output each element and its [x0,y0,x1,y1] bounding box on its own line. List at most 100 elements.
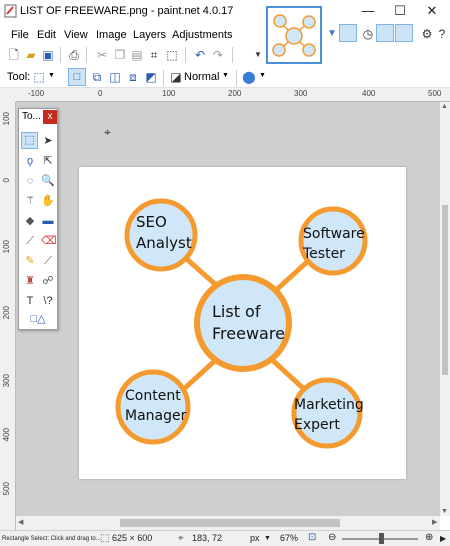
ruler-tick-label: 0 [2,178,11,183]
node-text: Tester [302,246,345,262]
antialiasing-dropdown-icon[interactable]: ▼ [259,72,266,79]
menu-layers[interactable]: Layers [133,29,166,41]
blend-mode-dropdown-icon[interactable]: ▼ [222,72,229,79]
menu-edit[interactable]: Edit [37,29,56,41]
image-canvas[interactable]: SEO Analyst Software Tester List of Free… [79,167,406,479]
selection-mode-union-icon[interactable]: ⧉ [89,69,105,85]
crop-to-selection-icon[interactable]: ⌗ [146,47,162,63]
history-window-icon[interactable]: ◷ [360,26,376,42]
separator [232,47,233,63]
zoom-out-icon[interactable]: ⊖ [328,532,336,543]
ruler-tick-label: 0 [98,89,103,98]
new-image-icon[interactable]: 🗋 [6,47,22,63]
pencil-tool-icon[interactable]: ✎ [23,254,37,268]
selection-mode-exclude-icon[interactable]: ◫ [107,69,123,85]
zoom-in-icon[interactable]: ⊕ [425,532,433,543]
unit-dropdown-icon[interactable]: ▼ [264,535,271,542]
selection-mode-xor-icon[interactable]: ◩ [143,69,159,85]
menu-file[interactable]: File [11,29,29,41]
ruler-tick-label: 200 [228,89,242,98]
zoom-readout[interactable]: 67% [280,533,298,543]
settings-gear-icon[interactable]: ⚙ [419,26,435,42]
help-icon[interactable]: ? [434,26,450,42]
open-folder-icon[interactable]: ▰ [23,47,39,63]
selection-mode-replace-icon[interactable]: □ [68,68,86,86]
tools-window-toggle-icon[interactable] [339,24,357,42]
tool-dropdown-icon[interactable]: ▼ [48,72,55,79]
line-curve-tool-icon[interactable]: \? [41,294,55,308]
ruler-tick-label: 500 [428,89,442,98]
zoom-to-window-icon[interactable]: ⊡ [308,532,316,543]
save-icon[interactable]: ▣ [40,47,56,63]
ruler-tick-label: 100 [162,89,176,98]
shapes-tool-icon[interactable]: □△ [24,312,52,326]
pan-tool-icon[interactable]: ✋ [41,194,55,208]
paste-icon[interactable]: ▤ [129,47,145,63]
magic-wand-tool-icon[interactable]: ⚚ [23,194,37,208]
tools-panel-title: To... [22,111,41,122]
separator [185,47,186,63]
menu-view[interactable]: View [64,29,88,41]
recolor-tool-icon[interactable]: ☍ [41,274,55,288]
move-selected-pixels-tool-icon[interactable]: ➤ [41,134,55,148]
selection-mode-intersect-icon[interactable]: ⧈ [125,69,141,85]
gradient-tool-icon[interactable]: ▬ [41,214,55,228]
colors-window-icon[interactable] [395,24,413,42]
node-text: Manager [125,408,187,424]
undo-icon[interactable]: ↶ [192,47,208,63]
scroll-down-icon[interactable]: ▼ [441,508,448,515]
separator [236,70,237,86]
maximize-button[interactable]: ☐ [384,0,416,22]
ruler-tick-label: 400 [362,89,376,98]
zoom-slider-thumb[interactable] [379,533,384,544]
status-hint: Rectangle Select: Click and drag to... [2,536,101,542]
move-selection-tool-icon[interactable]: ⇱ [41,154,55,168]
zoom-tool-icon[interactable]: 🔍 [41,174,55,188]
blend-mode-icon: ◪ [170,70,182,84]
menu-image[interactable]: Image [96,29,127,41]
menu-adjustments[interactable]: Adjustments [172,29,233,41]
print-icon[interactable]: ⎙ [66,47,82,63]
node-marketing-expert [291,377,363,449]
ruler-tick-label: 100 [2,112,11,126]
node-text: Software [303,226,365,242]
eraser-tool-icon[interactable]: ⌫ [41,234,57,248]
cut-icon[interactable]: ✂ [94,47,110,63]
ellipse-select-tool-icon[interactable]: ◌ [23,174,37,188]
vertical-scroll-thumb[interactable] [442,205,448,375]
paint-bucket-tool-icon[interactable]: ◆ [23,214,37,228]
toolbar-overflow-icon[interactable]: ▼ [250,47,266,63]
scroll-right-icon[interactable]: ▶ [432,518,437,526]
rectangle-select-tool-icon[interactable]: ⬚ [21,132,38,149]
antialiasing-icon[interactable]: ⬤ [241,69,257,85]
image-thumbnail-tab[interactable] [266,6,322,64]
blend-mode-select[interactable]: Normal [184,71,219,83]
zoom-dropdown-icon[interactable]: ▶ [440,534,446,543]
copy-icon[interactable]: ❐ [112,47,128,63]
lasso-select-tool-icon[interactable]: ϙ [23,154,37,168]
scroll-up-icon[interactable]: ▲ [441,103,448,110]
tools-panel-close-button[interactable]: x [43,110,57,124]
minimize-button[interactable]: — [352,0,384,22]
horizontal-scroll-thumb[interactable] [120,519,340,527]
ruler-tick-label: -100 [28,89,45,98]
ruler-tick-label: 200 [2,306,11,320]
close-button[interactable]: ✕ [416,0,448,22]
color-picker-tool-icon[interactable]: ⟋ [41,254,55,268]
thumbnail-dropdown-icon[interactable]: ▼ [327,28,337,39]
node-text: SEO [136,213,167,231]
image-size-icon: ⬚ [100,533,110,544]
mind-map-diagram: SEO Analyst Software Tester List of Free… [115,198,368,449]
redo-icon[interactable]: ↷ [210,47,226,63]
layers-window-icon[interactable] [376,24,394,42]
deselect-icon[interactable]: ⬚ [164,47,180,63]
unit-select[interactable]: px [250,533,260,543]
ruler-tick-label: 100 [2,240,11,254]
node-text: Content [125,388,181,404]
current-tool-rect-select-icon[interactable]: ⬚ [31,69,47,85]
scroll-left-icon[interactable]: ◀ [18,518,23,526]
cursor-position-readout: 183, 72 [192,533,223,543]
text-tool-icon[interactable]: T [23,294,37,308]
clone-stamp-tool-icon[interactable]: ♜ [23,274,37,288]
paintbrush-tool-icon[interactable]: ⟋ [23,234,37,248]
